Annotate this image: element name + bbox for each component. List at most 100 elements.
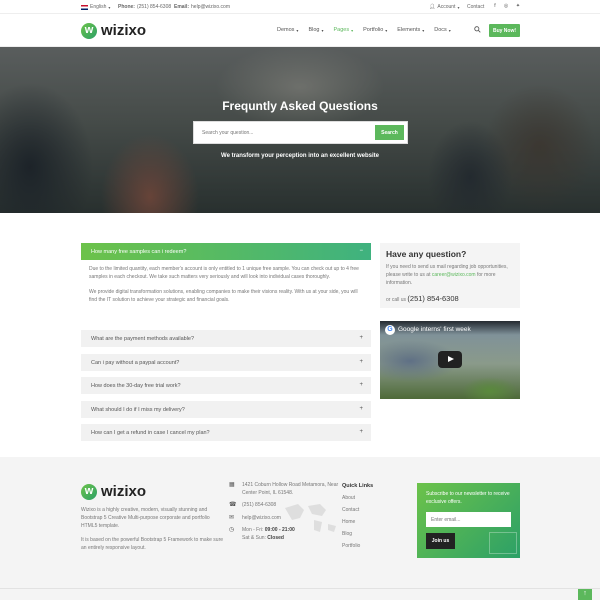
nav-label: Portfolio <box>363 27 384 33</box>
language-label: English <box>90 4 107 10</box>
footer-contact: ▦ 1421 Coburn Hollow Road Metamora, Near… <box>229 482 339 547</box>
search-icon[interactable] <box>474 26 481 33</box>
nav-label: Elements <box>397 27 421 33</box>
faq-answer-paragraph: Due to the limited quantity, each member… <box>89 266 359 280</box>
career-email-link[interactable]: career@wizixo.com <box>432 272 476 278</box>
logo-text: wizixo <box>101 483 147 500</box>
phone-label: Phone: <box>118 4 135 10</box>
hours-weekday-label: Mon - Fri: <box>242 527 264 533</box>
question-box: Have any question? If you need to send u… <box>380 243 520 308</box>
nav-item-pages[interactable]: Pages ▾ <box>333 27 353 33</box>
chevron-down-icon: ▾ <box>385 27 388 33</box>
footer-description: Wizixo is a highly creative, modern, vis… <box>81 506 226 558</box>
chevron-down-icon: ▾ <box>351 27 354 33</box>
newsletter-box: Subscribe to our newsletter to receive e… <box>417 483 520 558</box>
chevron-down-icon: ▾ <box>448 27 451 33</box>
email-value[interactable]: help@wizixo.com <box>191 4 230 10</box>
back-to-top-button[interactable]: ↑ <box>578 589 592 600</box>
footer-link-portfolio[interactable]: Portfolio <box>342 543 373 549</box>
main-header: wizixo Demos▾ Blog▾ Pages▾ Portfolio▾ El… <box>0 14 600 47</box>
logo-mark-icon <box>81 483 97 500</box>
faq-question: How does the 30-day free trial work? <box>91 383 181 389</box>
faq-answer-paragraph: We provide digital transformation soluti… <box>89 289 358 303</box>
nav-item-docs[interactable]: Docs ▾ <box>434 27 451 33</box>
footer-email[interactable]: help@wizixo.com <box>242 515 281 523</box>
footer-bottom-bar <box>0 588 600 600</box>
newsletter-email-input[interactable] <box>426 512 511 527</box>
nav-item-elements[interactable]: Elements ▾ <box>397 27 424 33</box>
topbar-email: Email: help@wizixo.com <box>174 4 230 10</box>
faq-answer: Due to the limited quantity, each member… <box>81 260 371 330</box>
faq-item-open[interactable]: How many free samples can i redeem? − <box>81 243 371 260</box>
email-label: Email: <box>174 4 190 10</box>
call-number[interactable]: (251) 854-6308 <box>407 294 458 303</box>
chevron-down-icon: ▾ <box>457 4 460 10</box>
nav-label: Docs <box>434 27 447 33</box>
plus-icon: + <box>359 335 363 341</box>
nav-label: Pages <box>333 27 350 33</box>
address-row: ▦ 1421 Coburn Hollow Road Metamora, Near… <box>229 482 339 497</box>
site-logo[interactable]: wizixo <box>81 22 146 39</box>
nav-label: Demos <box>277 27 295 33</box>
faq-item[interactable]: Can i pay without a paypal account? + <box>81 353 371 371</box>
plus-icon: + <box>359 358 363 365</box>
join-us-button[interactable]: Join us <box>426 533 455 549</box>
plus-icon: + <box>359 429 363 435</box>
facebook-icon[interactable]: f <box>492 3 498 9</box>
clock-icon: ◷ <box>229 527 235 533</box>
faq-search-input[interactable] <box>194 122 374 143</box>
twitter-icon[interactable]: ✦ <box>515 3 521 9</box>
footer-link-home[interactable]: Home <box>342 519 373 525</box>
faq-question: How can I get a refund in case I cancel … <box>91 430 210 436</box>
faq-question: Can i pay without a paypal account? <box>91 359 180 366</box>
account-link[interactable]: 👤︎ Account ▾ <box>429 4 459 10</box>
footer-link-about[interactable]: About <box>342 495 373 501</box>
main-nav: Demos ▾ Blog ▾ Pages ▾ Portfolio ▾ Elements ▾… <box>277 27 461 33</box>
email-row: ✉ help@wizixo.com <box>229 515 339 523</box>
top-bar: English ▾ Phone: (251) 854-6308 Email: h… <box>0 0 600 14</box>
video-player[interactable]: Google interns' first week <box>380 321 520 399</box>
nav-item-demos[interactable]: Demos ▾ <box>277 27 298 33</box>
footer-phone[interactable]: (251) 854-6308 <box>242 502 276 510</box>
chevron-down-icon: ▾ <box>422 27 425 33</box>
hero-search-form: Search <box>193 121 408 144</box>
logo-text: wizixo <box>101 22 147 39</box>
page-title: Frequntly Asked Questions <box>222 99 378 113</box>
footer-logo[interactable]: wizixo <box>81 483 146 500</box>
hours-weekend-label: Sat & Sun: <box>242 534 266 541</box>
instagram-icon[interactable]: ◎ <box>503 3 509 9</box>
building-icon: ▦ <box>229 482 235 488</box>
plus-icon: + <box>359 382 363 388</box>
buy-now-button[interactable]: Buy Now! <box>489 24 520 37</box>
footer-link-blog[interactable]: Blog <box>342 531 373 537</box>
nav-item-portfolio[interactable]: Portfolio ▾ <box>363 27 387 33</box>
hours-text: Mon - Fri: 09:00 - 21:00 Sat & Sun: Clos… <box>242 527 295 542</box>
video-title[interactable]: Google interns' first week <box>398 326 471 333</box>
faq-question: What should I do if I miss my delivery? <box>91 406 185 413</box>
footer-link-contact[interactable]: Contact <box>342 507 373 513</box>
chevron-down-icon: ▾ <box>108 4 111 10</box>
play-icon[interactable] <box>438 351 462 368</box>
phone-row: ☎ (251) 854-6308 <box>229 502 339 510</box>
search-button[interactable]: Search <box>375 125 404 140</box>
language-selector[interactable]: English ▾ <box>81 4 110 10</box>
hours-row: ◷ Mon - Fri: 09:00 - 21:00 Sat & Sun: Cl… <box>229 527 339 542</box>
address-text: 1421 Coburn Hollow Road Metamora, Near C… <box>242 482 339 496</box>
faq-item[interactable]: What should I do if I miss my delivery? … <box>81 400 371 418</box>
faq-item[interactable]: What are the payment methods available? … <box>81 330 371 347</box>
question-box-title: Have any question? <box>386 249 467 259</box>
hours-weekend-time: Closed <box>267 534 284 541</box>
envelope-decor-icon <box>489 532 517 554</box>
faq-item[interactable]: How does the 30-day free trial work? + <box>81 377 371 394</box>
nav-item-blog[interactable]: Blog ▾ <box>308 27 323 33</box>
chevron-down-icon: ▾ <box>321 27 324 33</box>
call-label: or call us <box>386 297 407 303</box>
newsletter-text: Subscribe to our newsletter to receive e… <box>426 491 510 505</box>
faq-accordion: How many free samples can i redeem? − Du… <box>81 243 371 448</box>
google-logo-icon <box>385 325 395 335</box>
faq-item[interactable]: How can I get a refund in case I cancel … <box>81 424 371 441</box>
phone-value: (251) 854-6308 <box>136 4 172 10</box>
call-us: or call us (251) 854-6308 <box>386 294 459 303</box>
contact-link[interactable]: Contact <box>467 4 484 10</box>
plus-icon: + <box>359 405 363 412</box>
